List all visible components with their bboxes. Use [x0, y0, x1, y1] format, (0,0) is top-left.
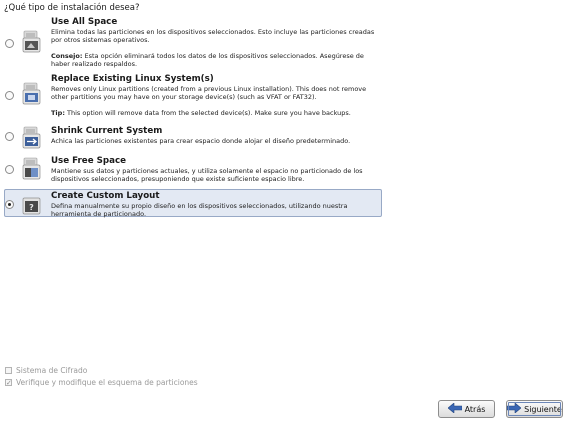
option-replace-linux[interactable]: Replace Existing Linux System(s) Removes… — [4, 73, 382, 118]
tip-text: Esta opción eliminará todos los datos de… — [51, 51, 364, 69]
radio-use-free-space[interactable] — [5, 165, 14, 174]
option-tip: Tip: This option will remove data from t… — [51, 109, 381, 117]
tip-label: Tip: — [51, 108, 65, 117]
tip-label: Consejo: — [51, 51, 83, 60]
back-button[interactable]: Atrás — [438, 400, 495, 418]
option-shrink-system[interactable]: Shrink Current System Achica las partici… — [4, 125, 382, 151]
arrow-right-icon — [506, 402, 522, 415]
option-use-all-space[interactable]: Use All Space Elimina todas las particio… — [4, 16, 382, 70]
option-title: Shrink Current System — [51, 126, 163, 136]
option-description: Removes only Linux partitions (created f… — [51, 85, 367, 102]
option-description: Mantiene sus datos y particiones actuale… — [51, 167, 363, 184]
drive-replace-linux-icon — [22, 82, 42, 106]
drive-delete-all-icon — [22, 30, 42, 54]
option-tip: Consejo: Esta opción eliminará todos los… — [51, 52, 381, 69]
option-use-free-space[interactable]: Use Free Space Mantiene sus datos y part… — [4, 155, 382, 185]
radio-use-all-space[interactable] — [5, 39, 14, 48]
page-question: ¿Qué tipo de instalación desea? — [4, 3, 140, 13]
review-partitions-checkbox-row[interactable]: ✓ Verifique y modifique el esquema de pa… — [5, 378, 198, 387]
option-description: Defina manualmente su propio diseño en l… — [51, 202, 348, 219]
drive-custom-layout-icon: ? — [22, 192, 42, 216]
option-title: Use All Space — [51, 17, 118, 27]
review-partitions-checkbox[interactable]: ✓ — [5, 379, 12, 387]
option-title: Replace Existing Linux System(s) — [51, 74, 214, 84]
option-title: Create Custom Layout — [51, 191, 160, 201]
radio-custom-layout[interactable] — [5, 200, 14, 209]
drive-free-space-icon — [22, 157, 42, 181]
encrypt-system-checkbox[interactable] — [5, 367, 12, 374]
option-title: Use Free Space — [51, 156, 126, 166]
next-button[interactable]: Siguiente — [506, 400, 563, 418]
next-button-label: Siguiente — [524, 404, 562, 414]
radio-replace-linux[interactable] — [5, 91, 14, 100]
review-partitions-label: Verifique y modifique el esquema de part… — [16, 378, 198, 387]
arrow-left-icon — [447, 402, 462, 415]
option-custom-layout[interactable]: ? Create Custom Layout Defina manualment… — [4, 189, 382, 219]
option-description: Achica las particiones existentes para c… — [51, 137, 351, 145]
encrypt-system-label: Sistema de Cifrado — [16, 366, 88, 375]
back-button-label: Atrás — [464, 404, 486, 414]
drive-shrink-icon — [22, 126, 42, 150]
tip-text: This option will remove data from the se… — [64, 108, 351, 117]
svg-text:?: ? — [29, 203, 34, 212]
radio-shrink-system[interactable] — [5, 132, 14, 141]
option-description: Elimina todas las particiones en los dis… — [51, 28, 375, 45]
encrypt-system-checkbox-row[interactable]: Sistema de Cifrado — [5, 366, 87, 375]
